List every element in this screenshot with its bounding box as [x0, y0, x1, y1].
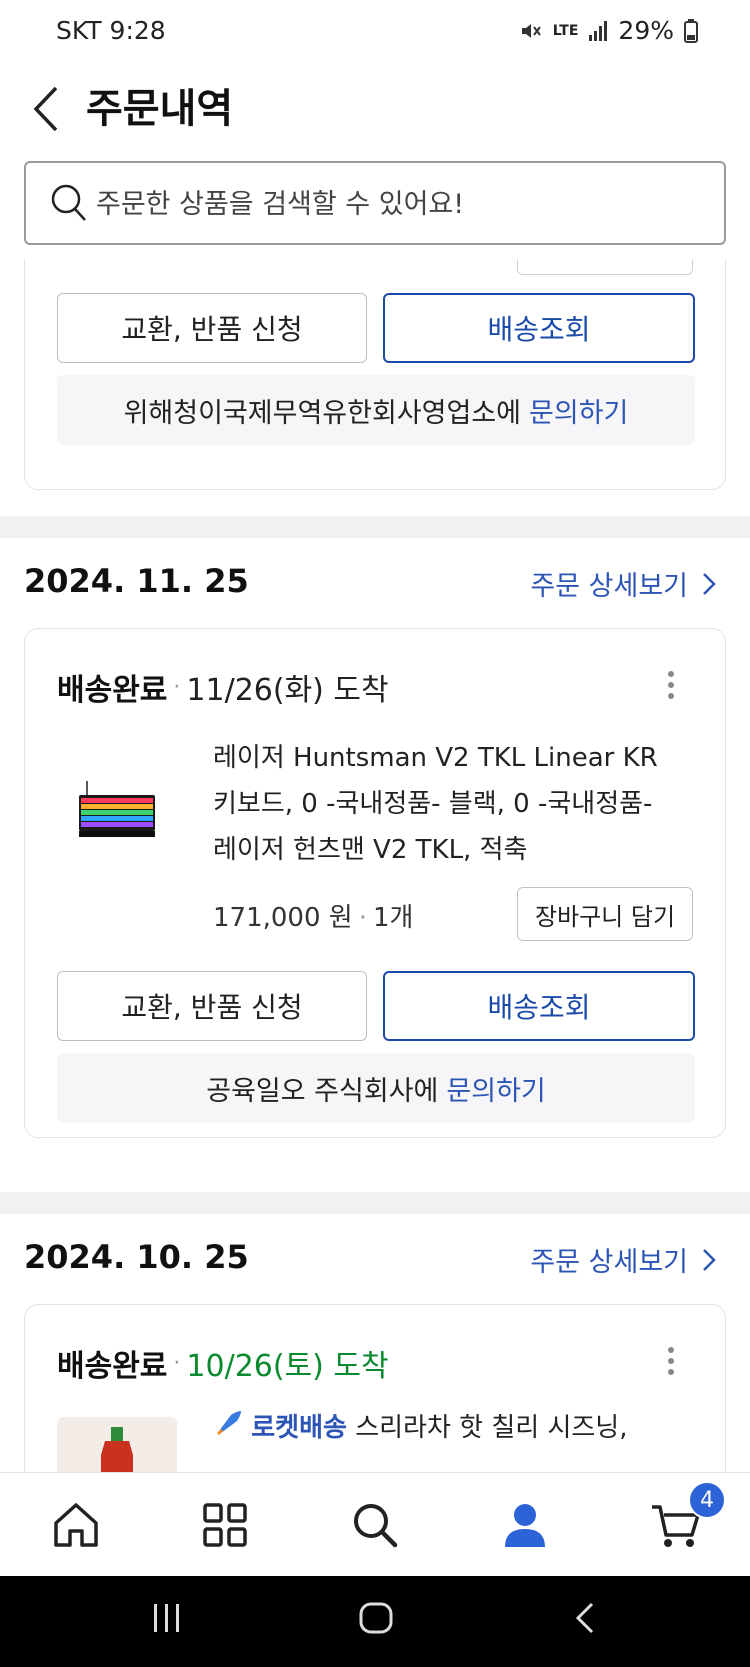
product-name: 스리라차 핫 칠리 시즈닝,	[355, 1413, 628, 1443]
product-thumbnail[interactable]	[57, 1417, 177, 1472]
back-button[interactable]	[26, 74, 66, 144]
bottom-nav: 4	[0, 1472, 750, 1576]
order-detail-label: 주문 상세보기	[530, 571, 688, 602]
tracking-button[interactable]: 배송조회	[383, 971, 695, 1041]
product-thumbnail[interactable]	[57, 751, 177, 871]
cart-icon[interactable]: 4	[646, 1481, 726, 1555]
chevron-right-icon	[703, 572, 716, 595]
price-quantity: 171,000 원 · 1개	[213, 903, 414, 933]
more-options-icon[interactable]	[661, 667, 681, 707]
seller-name: 위해청이국제무역유한회사영업소에	[123, 397, 522, 429]
status-bar: SKT 9:28 LTE 29%	[0, 0, 750, 60]
rocket-icon	[213, 1406, 243, 1452]
seller-inquiry: 위해청이국제무역유한회사영업소에 문의하기	[57, 375, 695, 445]
seller-name: 공육일오 주식회사에	[206, 1075, 439, 1107]
system-nav-bar	[0, 1576, 750, 1667]
order-detail-label: 주문 상세보기	[530, 1247, 688, 1278]
quantity: 1개	[372, 903, 414, 933]
delivery-status: 배송완료 · 10/26(토) 도착	[57, 1341, 389, 1385]
order-detail-link[interactable]: 주문 상세보기	[530, 564, 716, 603]
search-box[interactable]	[24, 161, 726, 245]
keyboard-image	[79, 781, 155, 837]
product-name-line[interactable]: 로켓배송 스리라차 핫 칠리 시즈닝,	[213, 1405, 693, 1452]
category-icon[interactable]	[195, 1495, 255, 1555]
delivery-status: 배송완료 · 11/26(화) 도착	[57, 665, 389, 709]
exchange-return-button[interactable]: 교환, 반품 신청	[57, 971, 367, 1041]
seller-inquiry: 공육일오 주식회사에 문의하기	[57, 1053, 695, 1123]
order-detail-link[interactable]: 주문 상세보기	[530, 1240, 716, 1279]
search-input[interactable]	[96, 181, 696, 227]
order-card-partial: 교환, 반품 신청 배송조회 위해청이국제무역유한회사영업소에 문의하기	[24, 260, 726, 490]
header: 주문내역	[0, 60, 750, 160]
section-divider	[0, 1192, 750, 1214]
recent-apps-icon[interactable]	[150, 1600, 184, 1640]
order-list[interactable]: 교환, 반품 신청 배송조회 위해청이국제무역유한회사영업소에 문의하기 202…	[0, 260, 750, 1472]
rocket-delivery-label: 로켓배송	[251, 1413, 347, 1443]
page-title: 주문내역	[86, 86, 234, 132]
cart-count-badge: 4	[688, 1481, 726, 1519]
status-label: 배송완료	[57, 673, 168, 708]
arrival-date: 10/26(토) 도착	[186, 1349, 389, 1384]
chevron-right-icon	[703, 1248, 716, 1271]
home-icon[interactable]	[46, 1495, 106, 1555]
order-card: 배송완료 · 11/26(화) 도착 레이저 Huntsman V2 TKL L…	[24, 628, 726, 1138]
order-date: 2024. 10. 25	[24, 1238, 249, 1276]
more-options-icon[interactable]	[661, 1343, 681, 1383]
order-date: 2024. 11. 25	[24, 562, 249, 600]
add-to-cart-button[interactable]: 장바구니 담기	[517, 887, 693, 941]
my-page-icon[interactable]	[495, 1495, 555, 1555]
inquiry-link[interactable]: 문의하기	[446, 1069, 545, 1108]
battery-text: 29%	[618, 16, 674, 45]
price: 171,000 원	[213, 903, 353, 933]
signal-icon	[588, 20, 608, 42]
inquiry-link[interactable]: 문의하기	[529, 391, 628, 430]
sauce-bottle-image	[101, 1427, 133, 1472]
home-button-icon[interactable]	[358, 1600, 394, 1640]
status-label: 배송완료	[57, 1349, 168, 1384]
mute-icon	[519, 19, 543, 43]
lte-icon: LTE	[552, 22, 579, 39]
status-icons: LTE 29%	[519, 16, 698, 45]
arrival-date: 11/26(화) 도착	[186, 673, 389, 708]
cart-button-partial[interactable]	[517, 260, 693, 275]
chevron-left-icon	[33, 86, 58, 132]
system-back-icon[interactable]	[572, 1600, 596, 1640]
product-name[interactable]: 레이저 Huntsman V2 TKL Linear KR 키보드, 0 -국내…	[213, 735, 683, 873]
section-divider	[0, 516, 750, 538]
order-card: 배송완료 · 10/26(토) 도착 로켓배송 스리라차 핫 칠리 시즈닝,	[24, 1304, 726, 1472]
exchange-return-button[interactable]: 교환, 반품 신청	[57, 293, 367, 363]
tracking-button[interactable]: 배송조회	[383, 293, 695, 363]
search-icon[interactable]	[345, 1495, 405, 1555]
search-icon	[51, 184, 86, 221]
carrier-time: SKT 9:28	[56, 16, 166, 45]
battery-icon	[684, 18, 698, 43]
